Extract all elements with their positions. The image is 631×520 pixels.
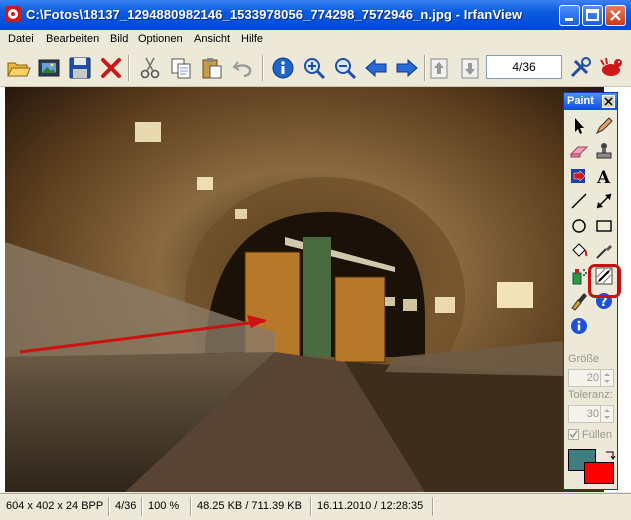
paste-icon[interactable] [199,55,225,81]
cut-icon[interactable] [137,55,163,81]
rectangle-tool-icon[interactable] [593,215,615,237]
fill-checkbox[interactable] [568,429,579,440]
copy-icon[interactable] [168,55,194,81]
tolerance-spinner[interactable]: 30 [568,405,614,423]
stamp-icon[interactable] [593,140,615,162]
pencil-icon[interactable] [593,115,615,137]
maximize-button[interactable] [582,5,603,26]
menu-bearbeiten[interactable]: Bearbeiten [46,33,99,45]
status-datetime: 16.11.2010 / 12:28:35 [317,500,424,512]
text-tool-icon[interactable]: A [593,165,615,188]
selection-arrow-icon[interactable] [568,115,590,137]
zoom-out-icon[interactable] [332,55,358,81]
red-eye-icon[interactable] [568,165,590,187]
zoom-in-icon[interactable] [301,55,327,81]
circle-tool-icon[interactable] [568,215,590,237]
window-title: C:\Fotos\18137_1294880982146_1533978056_… [26,7,523,22]
properties-tools-icon[interactable] [567,55,593,81]
highlight-marker [588,264,621,298]
fill-label: Füllen [582,429,612,441]
fill-bucket-icon[interactable] [568,240,590,262]
previous-icon[interactable] [363,55,389,81]
image-counter-field[interactable]: 4/36 [486,55,562,79]
status-dimensions: 604 x 402 x 24 BPP [6,500,104,512]
irfanview-logo-icon[interactable] [598,55,624,81]
page-up-icon[interactable] [426,55,452,81]
info-palette-icon[interactable] [568,315,590,337]
menu-datei[interactable]: Datei [8,33,34,45]
status-bar: 604 x 402 x 24 BPP 4/36 100 % 48.25 KB /… [0,493,631,520]
tolerance-value: 30 [586,408,599,420]
background-color-swatch[interactable] [584,462,614,484]
eraser-icon[interactable] [568,140,590,162]
delete-icon[interactable] [98,55,124,81]
slideshow-icon[interactable] [36,55,62,81]
status-zoom: 100 % [148,500,180,512]
paint-close-button[interactable] [602,95,615,108]
minimize-button[interactable] [559,5,580,26]
undo-icon[interactable] [230,55,256,81]
svg-text:A: A [596,168,611,187]
status-position: 4/36 [115,500,137,512]
tolerance-label: Toleranz: [568,389,613,401]
arrow-tool-icon[interactable] [593,190,615,212]
open-folder-icon[interactable] [5,55,31,81]
close-button[interactable] [605,5,626,26]
menu-ansicht[interactable]: Ansicht [194,33,230,45]
menu-bild[interactable]: Bild [110,33,128,45]
emboss-brush-icon[interactable] [568,290,590,312]
spray-icon[interactable] [568,265,590,287]
page-down-icon[interactable] [457,55,483,81]
title-bar: C:\Fotos\18137_1294880982146_1533978056_… [0,0,631,30]
line-tool-icon[interactable] [568,190,590,212]
paint-palette-titlebar[interactable]: Paint [564,93,617,110]
tunnel-photo [5,87,604,492]
irfanview-app-icon[interactable] [5,6,21,22]
info-icon[interactable] [270,55,296,81]
tolerance-spinner-arrows[interactable] [600,406,613,422]
paint-palette-title: Paint [567,95,594,107]
menu-bar: Datei Bearbeiten Bild Optionen Ansicht H… [0,30,631,49]
menu-hilfe[interactable]: Hilfe [241,33,263,45]
color-picker-icon[interactable] [593,240,615,262]
size-spinner-arrows[interactable] [600,370,613,386]
save-icon[interactable] [67,55,93,81]
size-value: 20 [586,372,599,384]
size-label: Größe [568,353,600,365]
swap-colors-icon[interactable] [604,449,616,461]
status-filesize: 48.25 KB / 711.39 KB [197,500,302,512]
size-spinner[interactable]: 20 [568,369,614,387]
next-icon[interactable] [394,55,420,81]
menu-optionen[interactable]: Optionen [138,33,183,45]
